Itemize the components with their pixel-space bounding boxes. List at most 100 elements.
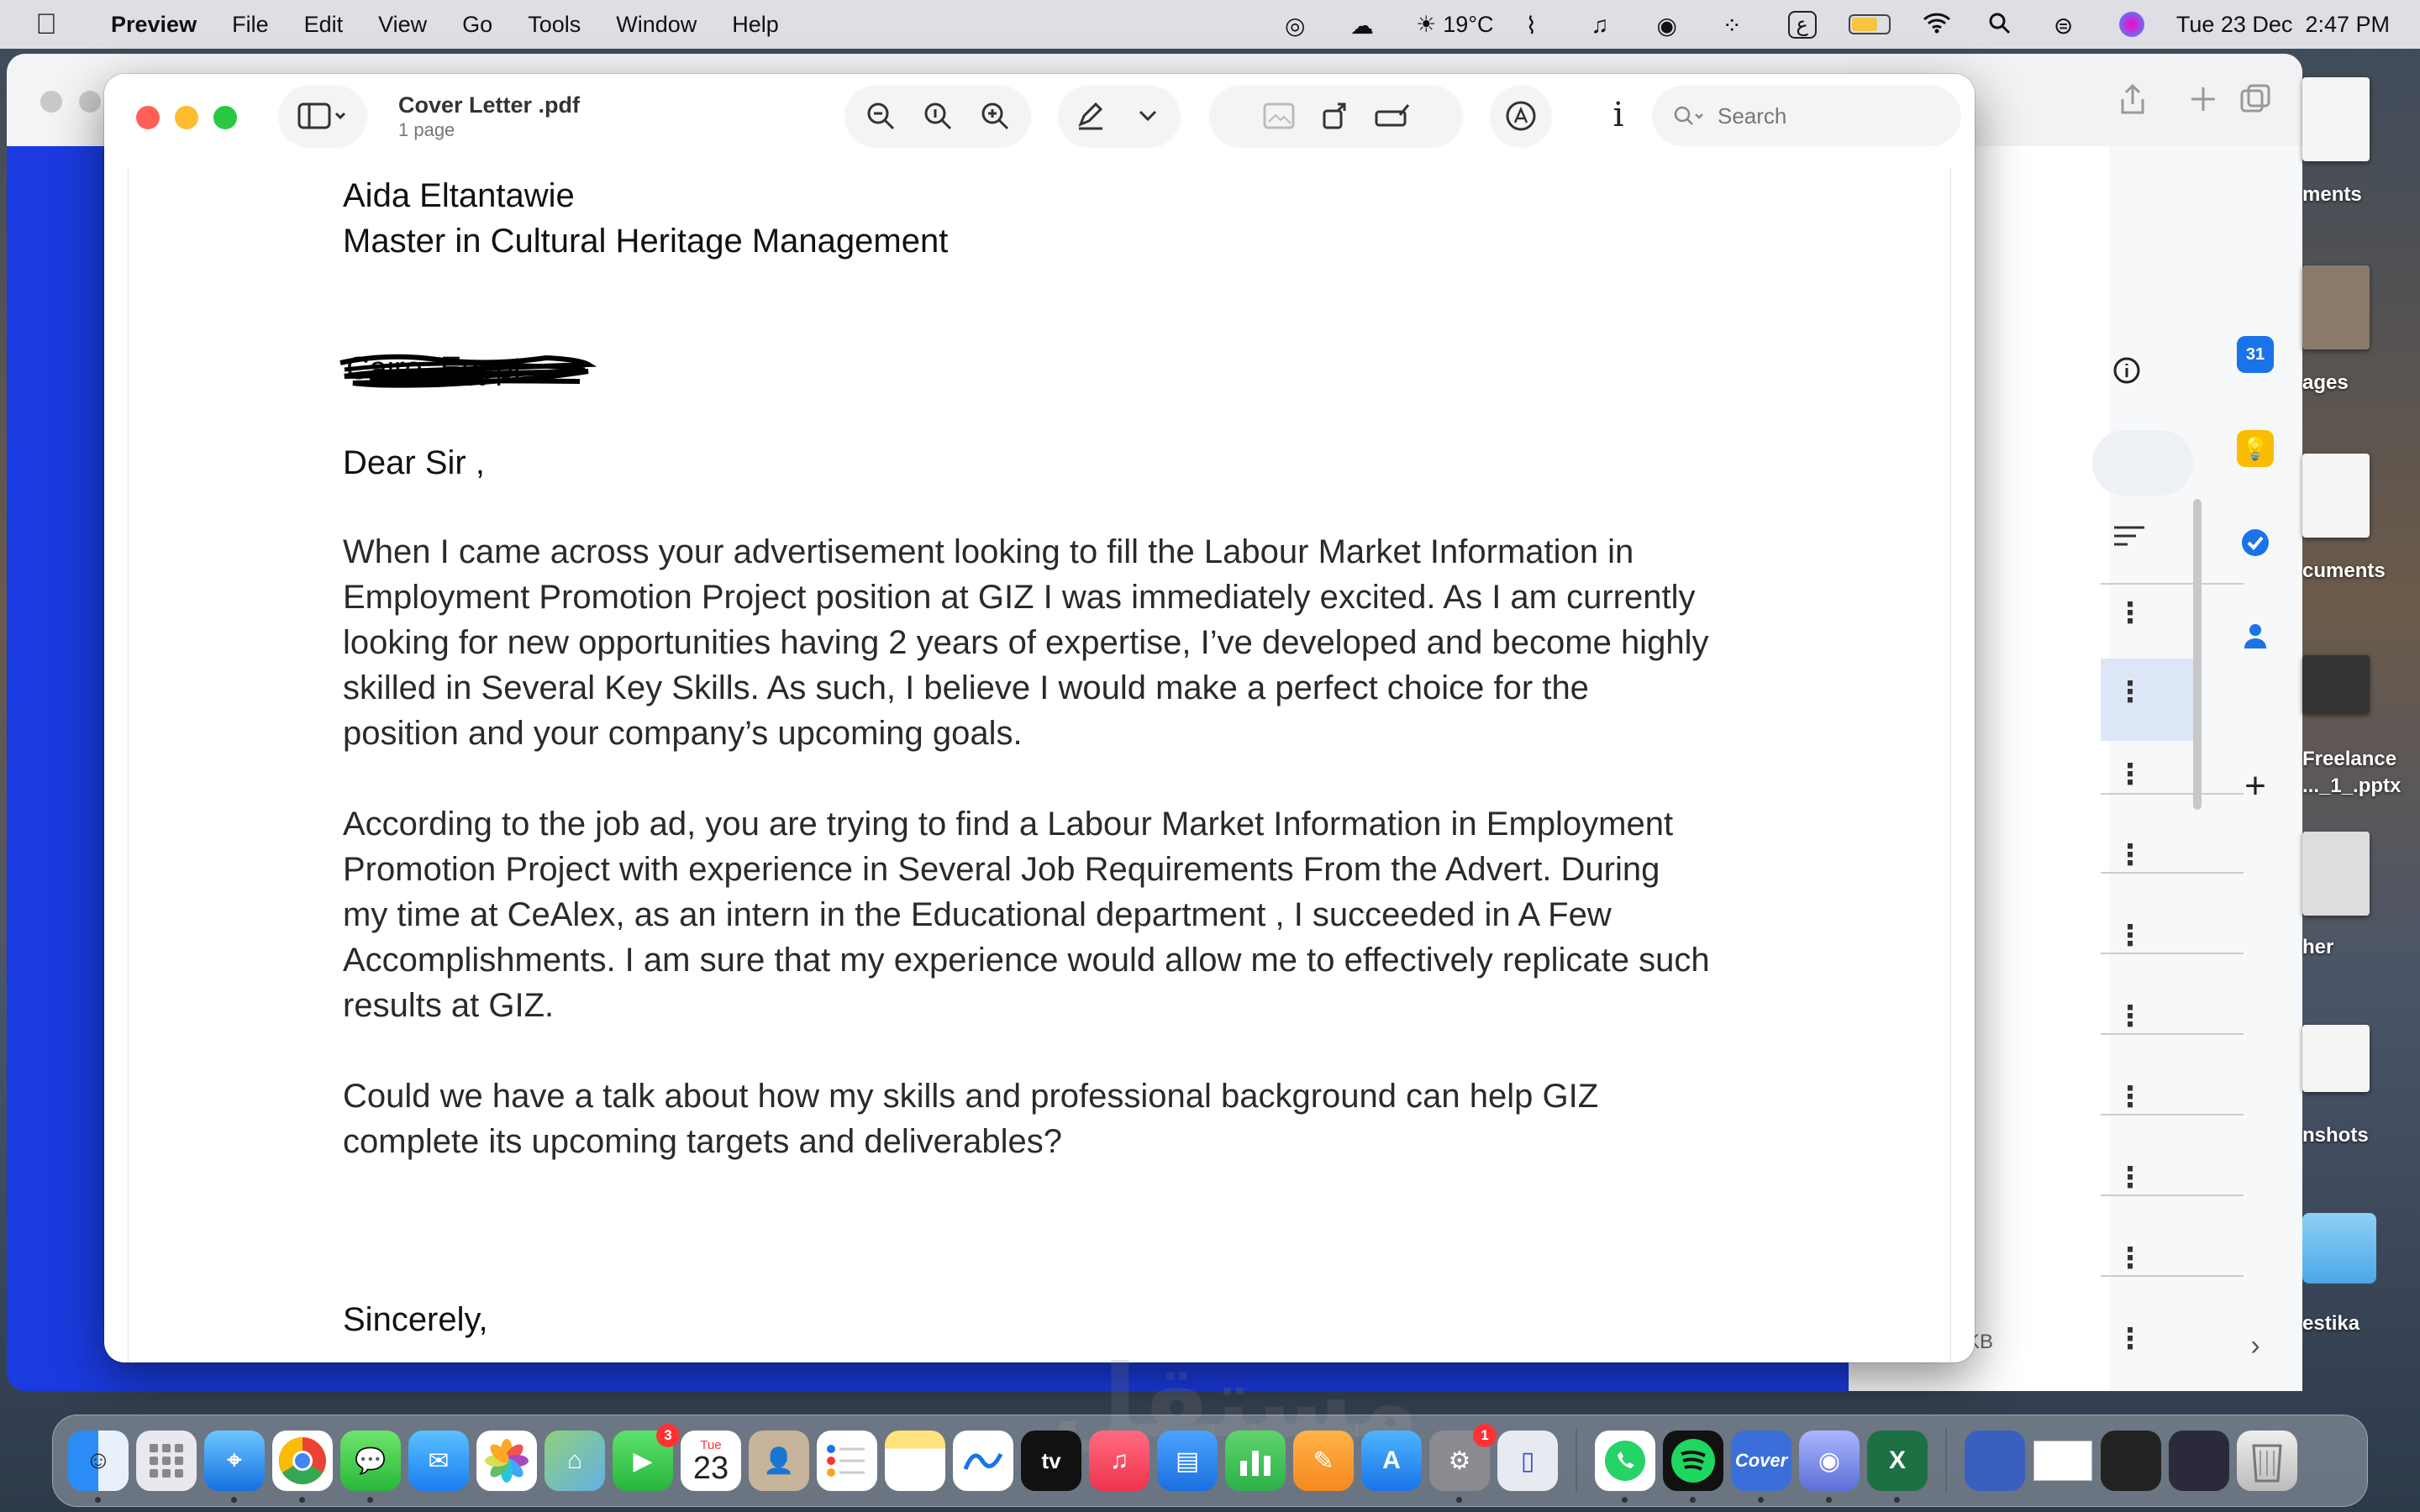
row-menu-icon[interactable]: ⋮ bbox=[2116, 1080, 2144, 1114]
app-menu[interactable]: Preview bbox=[111, 12, 197, 38]
crop-image-icon[interactable] bbox=[1260, 97, 1297, 134]
chevron-down-icon[interactable] bbox=[1129, 97, 1166, 134]
menu-file[interactable]: File bbox=[232, 12, 269, 38]
downloads-stack-icon[interactable] bbox=[2033, 1431, 2093, 1491]
rotate-icon[interactable] bbox=[1318, 97, 1355, 134]
signature-icon[interactable] bbox=[1375, 97, 1412, 134]
sort-icon[interactable] bbox=[2112, 524, 2146, 549]
row-menu-icon[interactable]: ⋮ bbox=[2116, 1322, 2144, 1356]
maps-icon[interactable]: ⌂ bbox=[544, 1431, 605, 1491]
expand-panel-icon[interactable]: › bbox=[2237, 1327, 2274, 1364]
minimize-button[interactable] bbox=[175, 106, 198, 129]
selected-list-row[interactable] bbox=[2101, 659, 2193, 741]
safari-icon[interactable]: ⌖ bbox=[204, 1431, 265, 1503]
pdf-page[interactable]: Aida Eltantawie Master in Cultural Herit… bbox=[128, 168, 1951, 1362]
control-center-grid-icon[interactable]: ⁘ bbox=[1723, 12, 1756, 39]
contacts-app-icon[interactable]: 👤 bbox=[749, 1431, 809, 1491]
zoom-button[interactable] bbox=[213, 106, 237, 129]
cloud-icon[interactable]: ☁ bbox=[1350, 12, 1384, 39]
airpods-icon[interactable]: ♫ bbox=[1591, 12, 1625, 38]
sidebar-toggle-button[interactable] bbox=[279, 86, 366, 146]
document-title[interactable]: Cover Letter .pdf bbox=[398, 92, 580, 118]
freeform-icon[interactable] bbox=[953, 1431, 1013, 1491]
bg-close-button[interactable] bbox=[40, 91, 62, 113]
chrome-icon[interactable] bbox=[272, 1431, 333, 1503]
scrollbar-thumb[interactable] bbox=[2193, 499, 2202, 810]
creative-cloud-icon[interactable]: ◎ bbox=[1285, 12, 1318, 39]
row-menu-icon[interactable]: ⋮ bbox=[2116, 675, 2144, 709]
google-calendar-icon[interactable]: 31 bbox=[2237, 336, 2274, 373]
desktop-label[interactable]: cuments bbox=[2302, 559, 2386, 583]
wifi-icon[interactable] bbox=[1923, 12, 1956, 37]
row-menu-icon[interactable]: ⋮ bbox=[2116, 758, 2144, 791]
preview-app-icon[interactable]: ◉ bbox=[1799, 1431, 1860, 1503]
keynote-icon[interactable]: ▤ bbox=[1157, 1431, 1218, 1491]
google-keep-icon[interactable]: 💡 bbox=[2237, 430, 2274, 467]
menu-window[interactable]: Window bbox=[616, 12, 697, 38]
inspector-info-icon[interactable]: i bbox=[1602, 96, 1635, 134]
spotify-icon[interactable] bbox=[1663, 1431, 1723, 1503]
apple-menu-icon[interactable]:  bbox=[22, 8, 71, 41]
minimized-window-thumbnail[interactable] bbox=[2169, 1431, 2229, 1491]
row-menu-icon[interactable]: ⋮ bbox=[2116, 919, 2144, 953]
airdrop-icon[interactable]: ◉ bbox=[1657, 12, 1691, 39]
side-panel-search-pill[interactable] bbox=[2092, 430, 2193, 496]
notes-icon[interactable] bbox=[885, 1431, 945, 1491]
row-menu-icon[interactable]: ⋮ bbox=[2116, 596, 2144, 630]
mail-icon[interactable]: ✉ bbox=[408, 1431, 469, 1491]
markup-button[interactable] bbox=[1491, 86, 1551, 146]
row-menu-icon[interactable]: ⋮ bbox=[2116, 838, 2144, 872]
control-center-icon[interactable]: ⊜ bbox=[2054, 12, 2087, 39]
cover-app-icon[interactable]: Cover bbox=[1731, 1431, 1791, 1503]
finder-icon[interactable]: ☺ bbox=[68, 1431, 129, 1503]
google-tasks-icon[interactable] bbox=[2237, 524, 2274, 561]
menu-tools[interactable]: Tools bbox=[528, 12, 581, 38]
whatsapp-icon[interactable] bbox=[1595, 1431, 1655, 1503]
new-tab-icon[interactable] bbox=[2188, 84, 2218, 114]
row-menu-icon[interactable]: ⋮ bbox=[2116, 1161, 2144, 1194]
weather-widget[interactable]: ☀ 19°C bbox=[1416, 12, 1494, 38]
app-store-icon[interactable]: A bbox=[1361, 1431, 1422, 1491]
menu-help[interactable]: Help bbox=[732, 12, 779, 38]
desktop-label[interactable]: Freelance bbox=[2302, 748, 2396, 771]
time-machine-icon[interactable]: ⌇ bbox=[1526, 12, 1560, 39]
zoom-in-icon[interactable] bbox=[976, 97, 1013, 134]
input-source-indicator[interactable]: ع bbox=[1787, 10, 1817, 39]
highlight-pen-icon[interactable] bbox=[1072, 97, 1109, 134]
apple-tv-icon[interactable]: tv bbox=[1021, 1431, 1081, 1491]
desktop-label[interactable]: estika bbox=[2302, 1312, 2360, 1336]
share-icon[interactable] bbox=[2118, 82, 2148, 116]
excel-icon[interactable]: X bbox=[1867, 1431, 1928, 1503]
desktop-label[interactable]: ..._1_.pptx bbox=[2302, 774, 2401, 798]
row-menu-icon[interactable]: ⋮ bbox=[2116, 1000, 2144, 1033]
tabs-overview-icon[interactable] bbox=[2238, 82, 2272, 116]
folder-icon[interactable] bbox=[2302, 1213, 2376, 1284]
close-button[interactable] bbox=[136, 106, 160, 129]
messages-icon[interactable]: 💬 bbox=[340, 1431, 401, 1503]
trash-icon[interactable] bbox=[2237, 1431, 2297, 1491]
calendar-icon[interactable]: Tue 23 bbox=[681, 1431, 741, 1491]
bg-minimize-button[interactable] bbox=[79, 91, 101, 113]
info-icon[interactable] bbox=[2112, 356, 2141, 385]
row-menu-icon[interactable]: ⋮ bbox=[2116, 1242, 2144, 1275]
spotlight-search-icon[interactable] bbox=[1988, 12, 2022, 37]
desktop-file-thumbnail[interactable] bbox=[2302, 265, 2370, 349]
desktop-file-thumbnail[interactable] bbox=[2302, 77, 2370, 161]
pages-icon[interactable]: ✎ bbox=[1293, 1431, 1354, 1491]
menu-go[interactable]: Go bbox=[462, 12, 492, 38]
zoom-out-icon[interactable] bbox=[862, 97, 899, 134]
menu-edit[interactable]: Edit bbox=[304, 12, 344, 38]
desktop-label[interactable]: ments bbox=[2302, 183, 2362, 207]
desktop-label[interactable]: her bbox=[2302, 936, 2333, 959]
desktop-label[interactable]: nshots bbox=[2302, 1124, 2369, 1147]
system-settings-icon[interactable]: ⚙ 1 bbox=[1429, 1424, 1497, 1503]
launchpad-icon[interactable] bbox=[136, 1431, 197, 1491]
add-addon-icon[interactable]: + bbox=[2237, 765, 2274, 806]
recent-document-thumbnail[interactable] bbox=[1965, 1431, 2025, 1491]
desktop-file-thumbnail[interactable] bbox=[2302, 832, 2370, 916]
siri-icon[interactable] bbox=[2118, 12, 2144, 37]
desktop-file-thumbnail[interactable] bbox=[2302, 655, 2370, 714]
iphone-mirroring-icon[interactable]: ▯ bbox=[1497, 1431, 1558, 1491]
reminders-icon[interactable] bbox=[817, 1431, 877, 1491]
music-icon[interactable]: ♫ bbox=[1089, 1431, 1150, 1491]
